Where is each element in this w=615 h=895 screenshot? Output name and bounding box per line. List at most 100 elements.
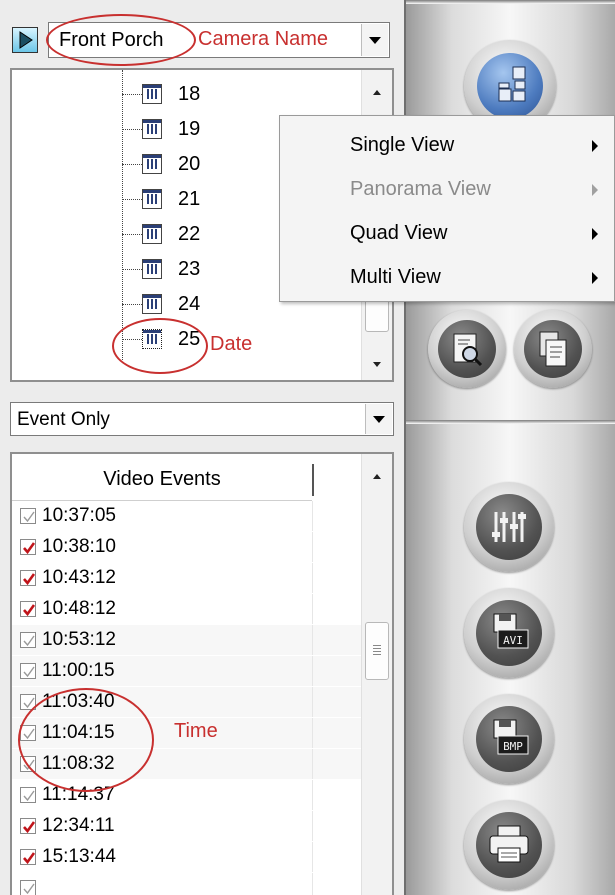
event-checkbox[interactable] xyxy=(20,508,36,524)
save-bmp-button[interactable]: BMP xyxy=(464,694,554,784)
calendar-icon xyxy=(142,294,162,314)
date-tree-item-label: 18 xyxy=(178,83,201,105)
column-divider xyxy=(312,656,313,686)
column-divider xyxy=(312,532,313,562)
column-divider xyxy=(312,873,313,895)
event-checkbox[interactable] xyxy=(20,570,36,586)
tree-connector-line xyxy=(122,94,142,95)
print-button[interactable] xyxy=(464,800,554,890)
menu-item-label: Multi View xyxy=(350,266,441,288)
settings-button[interactable] xyxy=(464,482,554,572)
camera-dropdown-button[interactable] xyxy=(361,24,388,56)
video-events-list[interactable]: Video Events 10:37:05 10:38:10 10:43:12 10:… xyxy=(10,452,394,895)
bmp-label: BMP xyxy=(503,740,523,753)
date-tree-item-label: 19 xyxy=(178,118,201,140)
column-divider xyxy=(312,563,313,593)
tree-connector-line xyxy=(122,164,142,165)
event-time: 11:00:15 xyxy=(42,660,115,681)
event-checkbox[interactable] xyxy=(20,601,36,617)
event-filter-dropdown-button[interactable] xyxy=(365,404,392,434)
play-icon[interactable] xyxy=(12,27,38,53)
grip-icon xyxy=(373,645,381,655)
calendar-icon xyxy=(142,189,162,209)
menu-item-label: Panorama View xyxy=(350,178,491,200)
checkmark-icon xyxy=(23,511,35,523)
tree-connector-line xyxy=(122,234,142,235)
event-time: 10:38:10 xyxy=(42,536,116,557)
time-annotation-ring xyxy=(18,688,154,792)
column-divider xyxy=(312,811,313,841)
scroll-up-icon[interactable] xyxy=(373,474,381,479)
column-divider xyxy=(312,749,313,779)
date-tree-item-label: 21 xyxy=(178,188,201,210)
video-events-scroll-thumb[interactable] xyxy=(365,622,389,680)
event-checkbox[interactable] xyxy=(20,787,36,803)
video-events-header[interactable]: Video Events xyxy=(12,454,314,501)
video-events-header-label: Video Events xyxy=(103,468,221,490)
event-checkbox[interactable] xyxy=(20,880,36,895)
video-event-row[interactable]: 10:53:12 xyxy=(12,625,362,655)
video-events-scrollbar[interactable] xyxy=(361,454,392,895)
date-tree-item-label: 24 xyxy=(178,293,201,315)
video-event-row[interactable]: 10:48:12 xyxy=(12,594,362,624)
copy-button[interactable] xyxy=(514,310,592,388)
layout-grid-icon xyxy=(477,53,543,119)
scroll-down-icon[interactable] xyxy=(373,362,381,367)
scroll-up-icon[interactable] xyxy=(373,90,381,95)
event-checkbox[interactable] xyxy=(20,539,36,555)
camera-name-annotation-ring xyxy=(46,14,196,66)
video-event-row[interactable]: 10:37:05 xyxy=(12,501,362,531)
event-checkbox[interactable] xyxy=(20,632,36,648)
checkmark-icon xyxy=(23,635,35,647)
menu-item-label: Quad View xyxy=(350,222,448,244)
column-divider xyxy=(312,625,313,655)
calendar-icon xyxy=(142,119,162,139)
view-context-menu: Single View Panorama View Quad View Multi V… xyxy=(279,115,615,302)
column-divider xyxy=(312,501,313,531)
toolbar-divider xyxy=(406,0,615,4)
video-event-row[interactable]: 15:13:44 xyxy=(12,842,362,872)
menu-item-multi-view[interactable]: Multi View xyxy=(280,256,614,300)
save-avi-button[interactable]: AVI xyxy=(464,588,554,678)
event-time: 10:48:12 xyxy=(42,598,116,619)
sliders-icon xyxy=(476,494,542,560)
event-time: 15:13:44 xyxy=(42,846,116,867)
search-button[interactable] xyxy=(428,310,506,388)
video-event-row[interactable]: 10:38:10 xyxy=(12,532,362,562)
tree-connector-line xyxy=(122,129,142,130)
checkmark-icon xyxy=(23,790,35,802)
column-divider xyxy=(312,718,313,748)
tree-connector-line xyxy=(122,199,142,200)
column-divider xyxy=(312,594,313,624)
calendar-icon xyxy=(142,154,162,174)
menu-item-single-view[interactable]: Single View xyxy=(280,124,614,168)
date-tree-item-label: 20 xyxy=(178,153,201,175)
checkmark-icon xyxy=(23,573,36,586)
video-event-row[interactable]: 10:43:12 xyxy=(12,563,362,593)
event-checkbox[interactable] xyxy=(20,663,36,679)
chevron-down-icon xyxy=(373,416,385,423)
checkmark-icon xyxy=(23,604,36,617)
tree-connector-line xyxy=(122,304,142,305)
checkmark-icon xyxy=(23,666,35,678)
print-icon xyxy=(476,812,542,878)
video-event-row[interactable]: 11:00:15 xyxy=(12,656,362,686)
column-resize-handle[interactable] xyxy=(312,464,314,496)
event-time: 12:34:11 xyxy=(42,815,115,836)
checkmark-icon xyxy=(23,852,36,865)
date-annotation-ring xyxy=(112,318,208,374)
event-checkbox[interactable] xyxy=(20,849,36,865)
toolbar-divider xyxy=(406,420,615,424)
calendar-icon xyxy=(142,84,162,104)
video-event-row[interactable]: 12:34:11 xyxy=(12,811,362,841)
date-tree-item[interactable]: 18 xyxy=(12,78,352,112)
menu-item-quad-view[interactable]: Quad View xyxy=(280,212,614,256)
event-filter-select[interactable]: Event Only xyxy=(10,402,394,436)
checkmark-icon xyxy=(23,883,35,895)
video-event-row[interactable] xyxy=(12,873,362,895)
submenu-arrow-icon xyxy=(592,272,598,284)
checkmark-icon xyxy=(23,821,36,834)
event-checkbox[interactable] xyxy=(20,818,36,834)
time-annotation: Time xyxy=(174,720,218,742)
save-bmp-icon: BMP xyxy=(476,706,542,772)
